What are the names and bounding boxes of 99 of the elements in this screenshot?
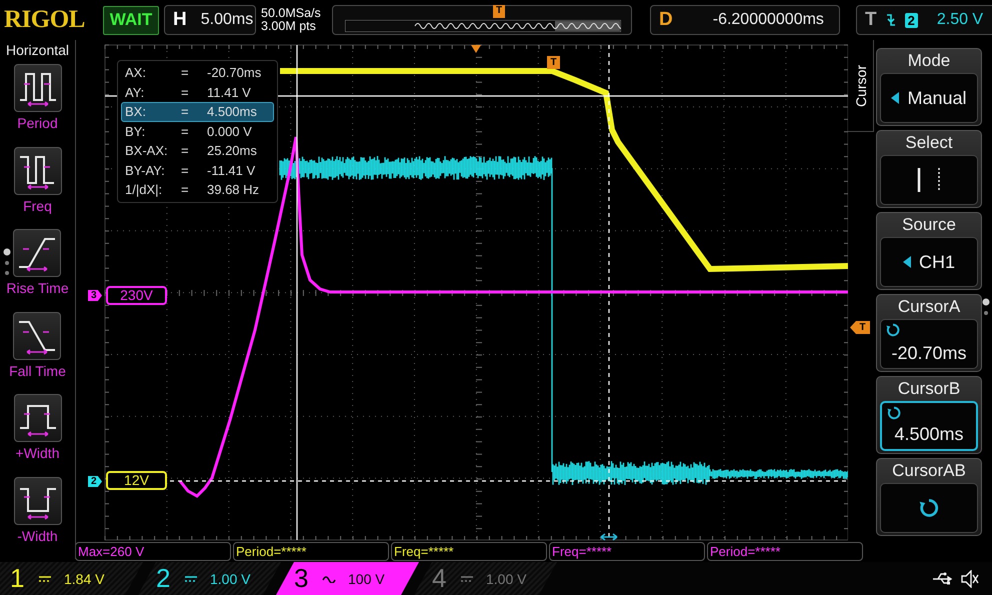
channel-offset-label: 230V [106, 286, 167, 305]
channel-indicator[interactable]: 1 1.84 V [0, 562, 143, 595]
softkey-label: CursorB [898, 379, 960, 399]
menu-title: Cursor [848, 40, 874, 132]
measure-label: Period [17, 115, 58, 131]
softkey-label: Source [902, 215, 956, 235]
menu-softkey[interactable]: Select [876, 130, 982, 208]
brand-logo: RIGOL [4, 6, 86, 34]
readout-name: AX: [125, 64, 147, 82]
measure-button[interactable] [14, 394, 62, 442]
channel-indicator[interactable]: 4 1.00 V [414, 562, 557, 595]
channel-number: 1 [10, 563, 26, 594]
rotate-knob-icon [887, 406, 901, 420]
left-triangle-icon [902, 256, 911, 268]
run-status: WAIT [103, 6, 159, 34]
channel-scale: 1.84 V [64, 570, 104, 586]
waveform-overview-icon [345, 20, 621, 32]
channel-number: 2 [156, 563, 172, 594]
readout-equals: = [181, 84, 190, 101]
trigger-level-marker: T [850, 321, 870, 334]
measure-label: Freq [23, 198, 52, 214]
softkey-value[interactable] [880, 483, 978, 533]
softkey-label: CursorA [898, 297, 960, 317]
usb-icon [932, 572, 954, 586]
readout-value: 39.68 Hz [207, 181, 260, 198]
memory-depth: 3.00M pts [261, 20, 317, 33]
readout-value: 11.41 V [207, 84, 252, 101]
readout-equals: = [181, 181, 190, 198]
measure-label: Fall Time [9, 362, 66, 378]
softkey-label: Select [905, 133, 953, 153]
rotate-knob-icon [919, 498, 939, 518]
sample-rate: 50.0MSa/s [261, 7, 322, 20]
page-indicator-icon [3, 248, 11, 278]
softkey-label: Mode [908, 51, 950, 71]
measurement-value: Freq=***** [391, 542, 547, 561]
trigger-marker: T [547, 56, 560, 69]
measure-label: Rise Time [6, 280, 69, 296]
delay-label: D [659, 9, 673, 31]
channel-scale: 100 V [348, 570, 385, 586]
trigger-level-label: 12V [106, 471, 167, 490]
channel-indicator[interactable]: 3 100 V [276, 562, 419, 595]
trigger-source: 2 [904, 12, 918, 28]
menu-softkey[interactable]: Source CH1 [876, 212, 982, 290]
measure-button[interactable] [14, 476, 62, 524]
page-indicator-icon [982, 298, 990, 318]
readout-name: BY: [125, 122, 146, 140]
measure-button[interactable] [14, 64, 62, 112]
trigger-label: T [865, 9, 877, 31]
menu-softkey[interactable]: Mode Manual [876, 48, 982, 126]
measure-button[interactable] [14, 146, 62, 194]
readout-value: 0.000 V [207, 122, 253, 140]
measurement-value: Period=***** [707, 542, 863, 561]
delay-value: -6.20000000ms [712, 11, 824, 29]
readout-equals: = [181, 142, 190, 160]
measure-label: -Width [17, 528, 58, 544]
readout-equals: = [181, 162, 190, 179]
menu-softkey[interactable]: CursorAB [876, 458, 982, 536]
readout-name: BY-AY: [125, 162, 166, 179]
speaker-muted-icon [960, 570, 980, 588]
softkey-value[interactable]: CH1 [880, 237, 978, 287]
channel-number: 4 [432, 563, 448, 594]
measurement-value: Freq=***** [549, 542, 705, 561]
rotate-knob-icon [886, 323, 900, 337]
menu-softkey[interactable]: CursorB 4.500ms [876, 376, 982, 454]
trigger-position-icon [471, 45, 481, 53]
softkey-value[interactable]: Manual [880, 73, 978, 123]
readout-value: -20.70ms [207, 64, 262, 82]
left-triangle-icon [891, 92, 900, 104]
channel-tag: 3 [88, 290, 102, 301]
readout-equals: = [181, 103, 190, 120]
channel-scale: 1.00 V [486, 570, 526, 586]
readout-value: -11.41 V [207, 162, 256, 179]
softkey-value[interactable]: -20.70ms [880, 319, 978, 369]
measurement-value: Period=***** [233, 542, 389, 561]
readout-name: AY: [125, 84, 146, 101]
menu-title: Horizontal [6, 42, 70, 58]
readout-value: 4.500ms [207, 103, 258, 120]
readout-name: BX-AX: [125, 142, 169, 160]
readout-value: 25.20ms [207, 142, 258, 160]
double-arrow-icon [600, 533, 618, 541]
channel-tag: 2 [88, 476, 102, 487]
timebase-label: H [173, 9, 187, 31]
menu-softkey[interactable]: CursorA -20.70ms [876, 294, 982, 372]
trigger-marker: T [493, 5, 505, 18]
measurement-value: Max=260 V [75, 542, 231, 561]
measure-button[interactable] [13, 312, 62, 360]
measure-button[interactable] [13, 229, 62, 277]
softkey-label: CursorAB [892, 461, 966, 481]
channel-indicator[interactable]: 2 1.00 V [138, 562, 281, 595]
readout-name: BX: [125, 103, 147, 120]
readout-equals: = [181, 64, 190, 82]
readout-equals: = [181, 122, 190, 140]
trigger-level: 2.50 V [936, 11, 984, 29]
timebase-value: 5.00ms [200, 11, 254, 29]
channel-number: 3 [294, 563, 310, 594]
softkey-value[interactable]: 4.500ms [880, 401, 978, 451]
readout-name: 1/|dX|: [125, 181, 164, 198]
channel-scale: 1.00 V [210, 570, 250, 586]
measure-label: +Width [16, 445, 60, 461]
